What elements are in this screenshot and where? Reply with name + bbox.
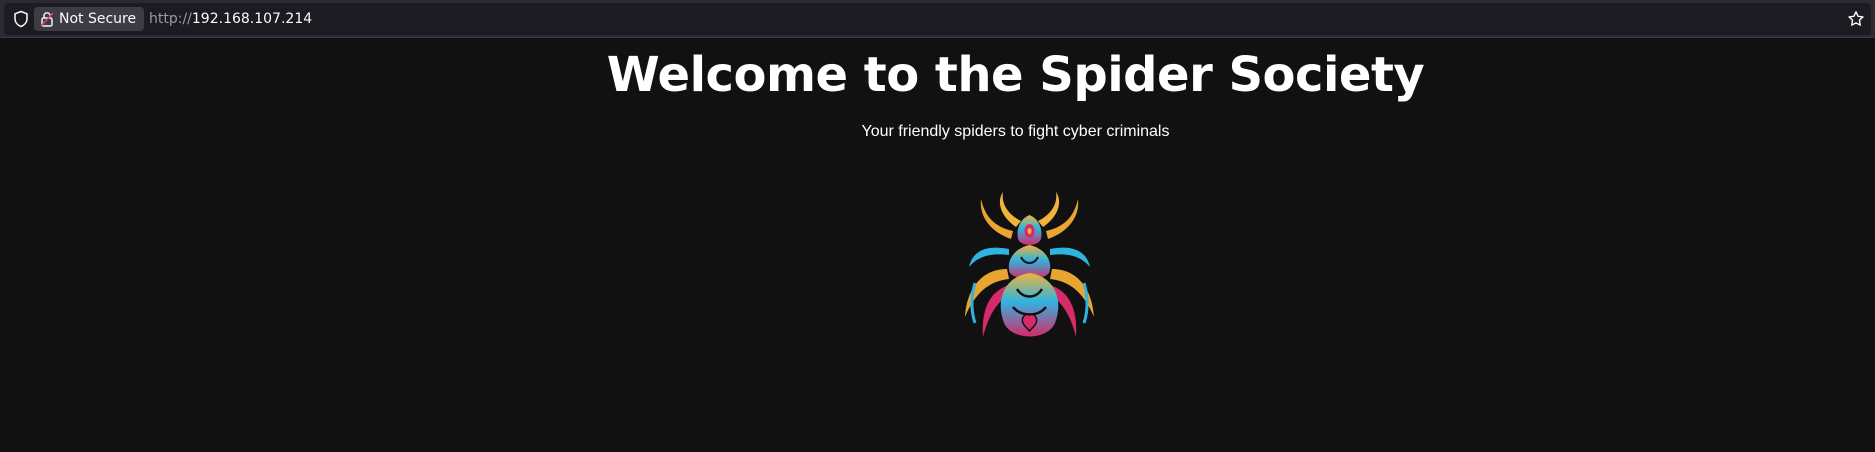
bookmark-star-icon[interactable] <box>1847 10 1865 28</box>
page-content: Welcome to the Spider Society Your frien… <box>0 39 1875 452</box>
url-text[interactable]: http://192.168.107.214 <box>149 11 312 27</box>
url-scheme: http:// <box>149 11 192 27</box>
spider-logo <box>965 192 1094 337</box>
security-label: Not Secure <box>59 11 137 27</box>
address-bar[interactable]: Not Secure http://192.168.107.214 <box>4 3 1871 35</box>
security-indicator[interactable]: Not Secure <box>34 7 144 31</box>
insecure-lock-icon <box>40 12 54 27</box>
url-host: 192.168.107.214 <box>191 11 313 27</box>
browser-toolbar: Not Secure http://192.168.107.214 <box>0 0 1875 38</box>
page-title: Welcome to the Spider Society <box>606 47 1425 103</box>
page-subtitle: Your friendly spiders to fight cyber cri… <box>861 123 1170 140</box>
shield-icon[interactable] <box>12 10 30 28</box>
